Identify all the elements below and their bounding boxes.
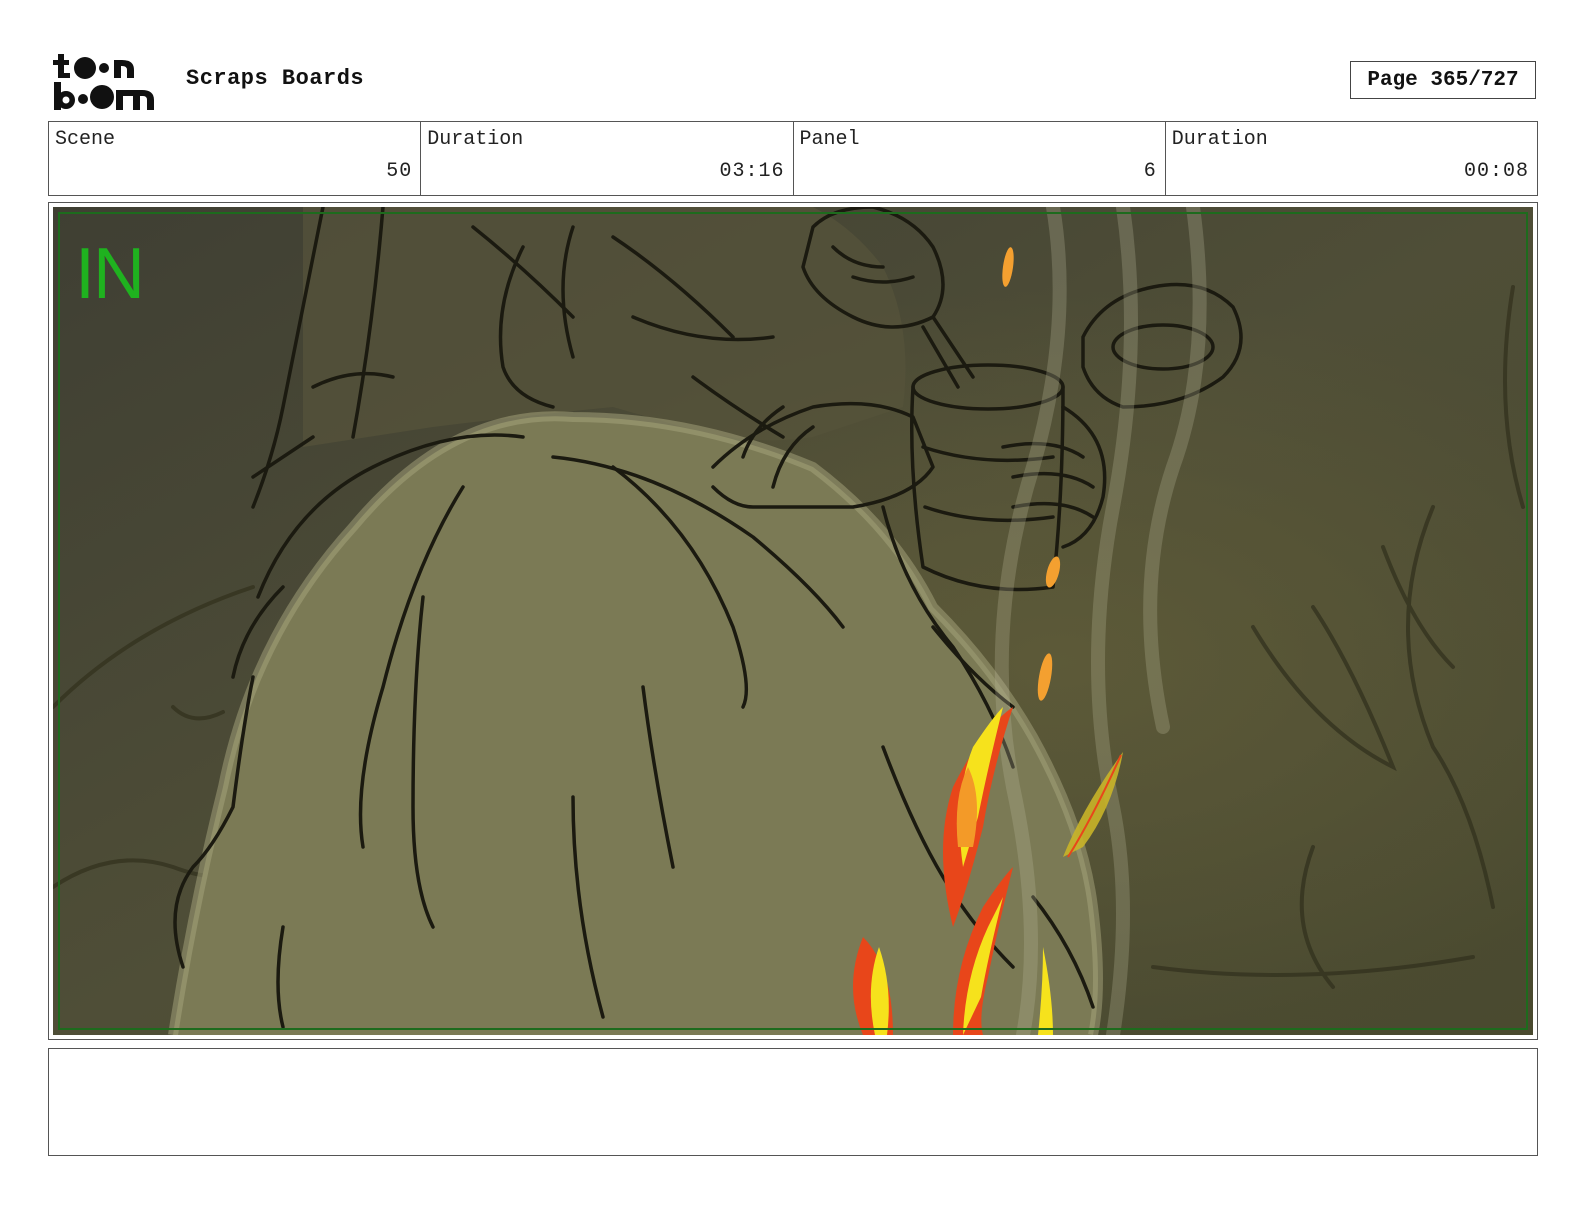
panel-info-table: Scene 50 Duration 03:16 Panel 6 Duration… [48,121,1538,196]
document-title: Scraps Boards [186,66,365,91]
panel-notes-box [48,1048,1538,1156]
scene-duration-cell: Duration 03:16 [421,122,794,195]
storyboard-panel-frame: IN [48,202,1538,1040]
panel-duration-cell: Duration 00:08 [1166,122,1537,195]
scene-label: Scene [55,128,116,151]
panel-cell: Panel 6 [794,122,1166,195]
toon-boom-logo [52,52,164,112]
scene-value: 50 [386,160,413,183]
panel-duration-label: Duration [1171,128,1268,151]
scene-duration-value: 03:16 [719,160,785,183]
scene-duration-label: Duration [427,128,524,151]
panel-value: 6 [1143,160,1157,183]
storyboard-drawing: IN [53,207,1533,1035]
scene-cell: Scene 50 [49,122,422,195]
page-number: Page 365/727 [1350,61,1536,99]
in-marker-label: IN [75,234,145,314]
panel-label: Panel [799,128,860,151]
panel-duration-value: 00:08 [1463,160,1529,183]
